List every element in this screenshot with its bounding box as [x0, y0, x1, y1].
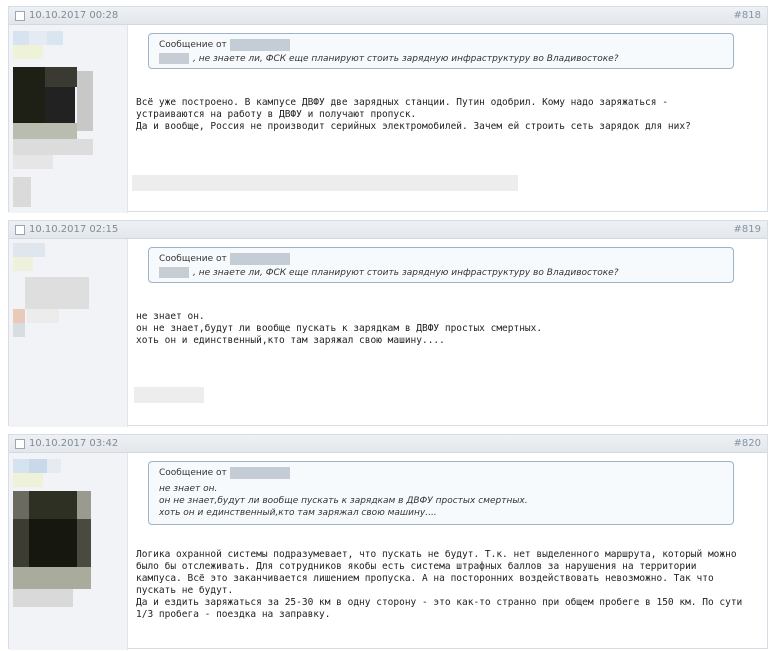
select-post-checkbox[interactable] [15, 438, 25, 449]
quote-text: , не знаете ли, ФСК еще планируют стоить… [149, 265, 733, 279]
quote-author-link[interactable] [229, 253, 290, 265]
quote-label: Сообщение от [159, 468, 227, 478]
quote-header: Сообщение от [149, 248, 733, 265]
post-818: 10.10.2017 00:28 #818 Сообщение от , не … [8, 6, 768, 213]
post-header: 10.10.2017 03:42 #820 [9, 435, 767, 453]
post-number-link[interactable]: #819 [734, 224, 761, 235]
post-819: 10.10.2017 02:15 #819 Сообщение от , не … [8, 220, 768, 427]
quote-label: Сообщение от [159, 40, 227, 50]
post-header: 10.10.2017 02:15 #819 [9, 221, 767, 239]
quote-text-body: , не знаете ли, ФСК еще планируют стоить… [193, 268, 619, 278]
mention-blur [159, 267, 189, 278]
user-info-panel [9, 239, 128, 427]
avatar[interactable] [13, 31, 93, 171]
signature [132, 175, 518, 191]
post-message: не знает он. он не знает,будут ли вообще… [136, 311, 543, 346]
quote-header: Сообщение от [149, 34, 733, 51]
user-info-panel [9, 25, 128, 213]
signature [134, 387, 204, 403]
post-820: 10.10.2017 03:42 #820 Сообщение от не зн… [8, 434, 768, 650]
post-number-link[interactable]: #820 [734, 438, 761, 449]
quote-block: Сообщение от , не знаете ли, ФСК еще пла… [148, 33, 734, 69]
quote-text: не знает он. он не знает,будут ли вообще… [149, 479, 733, 519]
quote-line: хоть он и единственный,кто там заряжал с… [159, 508, 437, 518]
quote-author-link[interactable] [229, 467, 290, 479]
quote-author-link[interactable] [229, 39, 290, 51]
quote-text: , не знаете ли, ФСК еще планируют стоить… [149, 51, 733, 65]
post-message: Логика охранной системы подразумевает, ч… [136, 549, 743, 620]
quote-text-body: , не знаете ли, ФСК еще планируют стоить… [193, 54, 619, 64]
post-message: Всё уже построено. В кампусе ДВФУ две за… [136, 97, 691, 132]
quote-line: он не знает,будут ли вообще пускать к за… [159, 496, 528, 506]
post-date: 10.10.2017 02:15 [29, 224, 119, 235]
post-date: 10.10.2017 03:42 [29, 438, 119, 449]
avatar[interactable] [13, 243, 93, 353]
post-header: 10.10.2017 00:28 #818 [9, 7, 767, 25]
quote-line: не знает он. [159, 484, 218, 494]
user-info-panel [9, 453, 128, 650]
avatar[interactable] [13, 459, 93, 609]
quote-block: Сообщение от не знает он. он не знает,бу… [148, 461, 734, 525]
post-number-link[interactable]: #818 [734, 10, 761, 21]
post-date: 10.10.2017 00:28 [29, 10, 119, 21]
mention-blur [159, 53, 189, 64]
quote-block: Сообщение от , не знаете ли, ФСК еще пла… [148, 247, 734, 283]
select-post-checkbox[interactable] [15, 10, 25, 21]
select-post-checkbox[interactable] [15, 224, 25, 235]
quote-header: Сообщение от [149, 462, 733, 479]
quote-label: Сообщение от [159, 254, 227, 264]
user-stats [13, 177, 31, 207]
